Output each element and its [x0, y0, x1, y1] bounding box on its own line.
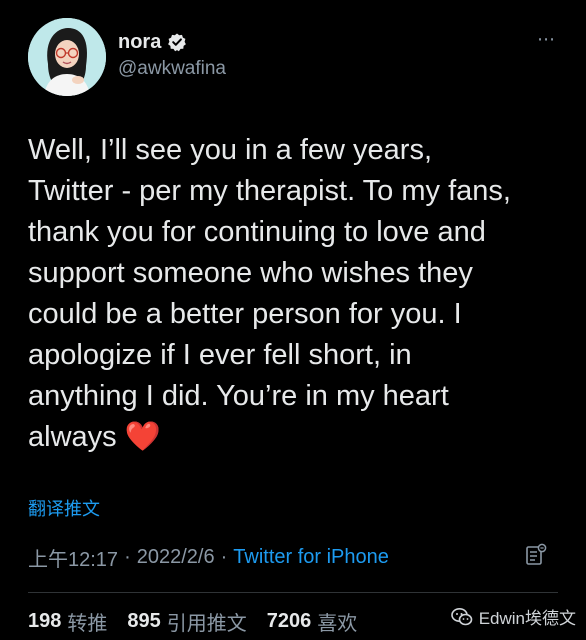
verified-badge-icon: [167, 32, 187, 52]
tweet-text: Well, I’ll see you in a few years, Twitt…: [28, 130, 568, 458]
tweet-body: Well, I’ll see you in a few years, Twitt…: [28, 134, 511, 453]
meta-separator: ·: [220, 546, 228, 568]
tweet-meta: 上午12:17 · 2022/2/6 · Twitter for iPhone: [28, 543, 389, 572]
likes-count[interactable]: 7206: [267, 610, 312, 633]
wechat-icon: [450, 607, 473, 627]
quotes-count[interactable]: 895: [127, 610, 160, 633]
author-handle[interactable]: @awkwafina: [118, 58, 226, 80]
heart-emoji-icon: ❤️: [124, 421, 161, 453]
tweet-author: nora @awkwafina: [118, 30, 226, 80]
quotes-label[interactable]: 引用推文: [167, 607, 247, 636]
likes-label[interactable]: 喜欢: [317, 607, 357, 636]
tweet-card: nora @awkwafina ⋯ Well, I’ll see you in …: [0, 0, 586, 640]
tweet-stats: 198 转推 895 引用推文 7206 喜欢: [28, 607, 357, 636]
divider: [28, 592, 558, 593]
more-options-icon[interactable]: ⋯: [537, 30, 556, 48]
watermark-text: Edwin埃德文: [478, 609, 576, 628]
author-name[interactable]: nora: [118, 31, 161, 54]
tweet-time[interactable]: 上午12:17: [28, 543, 118, 572]
meta-separator: ·: [124, 546, 131, 568]
avatar[interactable]: [28, 18, 106, 96]
watermark: Edwin埃德文: [450, 604, 576, 629]
tweet-date[interactable]: 2022/2/6: [137, 546, 215, 569]
retweets-count[interactable]: 198: [28, 610, 61, 633]
tweet-source-link[interactable]: Twitter for iPhone: [233, 546, 389, 569]
retweets-label[interactable]: 转推: [67, 607, 107, 636]
analytics-icon[interactable]: [524, 543, 548, 567]
translate-tweet-link[interactable]: 翻译推文: [28, 495, 100, 521]
